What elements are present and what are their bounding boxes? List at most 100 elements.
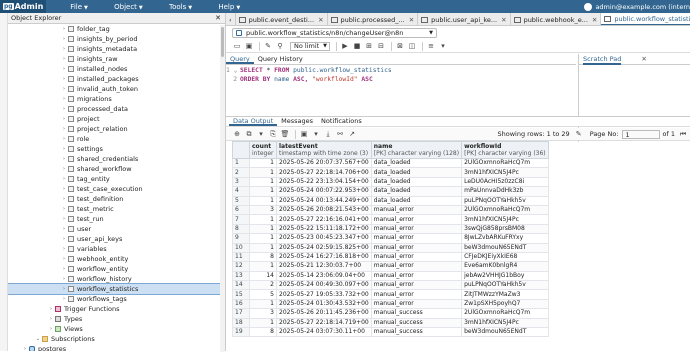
open-file-icon[interactable]: ▭ [232,42,242,51]
table-cell[interactable]: 1 [250,196,277,205]
chevron-right-icon[interactable]: › [60,216,68,222]
table-cell[interactable]: data_loaded [371,187,461,196]
copy-icon[interactable]: ⧉ [244,130,254,139]
sql-editor[interactable]: 1 ⌄ SELECT * FROM public.workflow_statis… [226,66,578,116]
table-cell[interactable]: 2UlGOxmnoRaHcQ7m [462,159,549,168]
table-row[interactable]: 1012025-05-24 02:59:15.825+00manual_erro… [233,243,633,252]
table-cell[interactable]: 2025-05-23 00:45:23.347+00 [277,234,372,243]
tree-item[interactable]: ›test_metric [8,204,225,214]
table-cell[interactable]: 3 [250,205,277,214]
table-row[interactable]: 1212025-05-21 12:30:03.7+00manual_errorE… [233,262,633,271]
chevron-right-icon[interactable]: › [60,266,68,272]
chevron-right-icon[interactable]: › [60,196,68,202]
chevron-right-icon[interactable]: › [60,156,68,162]
table-cell[interactable]: 2025-05-26 20:11:45.236+00 [277,309,372,318]
table-row[interactable]: 312025-05-22 23:13:04.154+00data_loadedL… [233,177,633,186]
table-row[interactable]: 13142025-05-14 23:06:09.04+00manual_erro… [233,271,633,280]
table-cell[interactable]: 14 [250,271,277,280]
table-row[interactable]: 1182025-05-24 16:27:16.818+00manual_erro… [233,252,633,261]
chevron-right-icon[interactable]: › [60,46,68,52]
table-row[interactable]: 712025-05-27 22:16:16.041+00manual_error… [233,215,633,224]
tree-item[interactable]: ›Views [8,324,225,334]
chevron-right-icon[interactable]: › [60,116,68,122]
table-cell[interactable]: 2025-05-24 00:07:22.953+00 [277,187,372,196]
column-header[interactable]: workflowId[PK] character varying (36) [462,142,549,159]
delete-icon[interactable]: 🗑 [280,130,290,139]
row-number[interactable]: 15 [233,290,250,299]
tree-item[interactable]: ›user [8,224,225,234]
tree-item[interactable]: ›user_api_keys [8,234,225,244]
table-row[interactable]: 512025-05-24 00:13:44.249+00data_loadedp… [233,196,633,205]
chevron-right-icon[interactable]: › [47,326,55,332]
query-tab[interactable]: public.event_desti...✕ [236,13,328,26]
chevron-right-icon[interactable]: › [60,286,68,292]
chevron-right-icon[interactable]: › [60,76,68,82]
chevron-right-icon[interactable]: › [21,346,29,351]
table-cell[interactable]: manual_error [371,252,461,261]
chevron-right-icon[interactable]: › [60,36,68,42]
edit-icon[interactable]: ✎ [263,42,273,51]
row-number[interactable]: 3 [233,177,250,186]
row-number[interactable]: 13 [233,271,250,280]
row-limit-select[interactable]: No limit ▼ [290,42,330,51]
table-cell[interactable]: 2025-05-22 15:11:18.172+00 [277,224,372,233]
tree-item[interactable]: ›installed_packages [8,74,225,84]
table-cell[interactable]: manual_error [371,234,461,243]
tree-item[interactable]: ⌄Subscriptions [8,334,225,344]
table-cell[interactable]: CFJeDKJEiyXkIE68 [462,252,549,261]
table-cell[interactable]: 1 [250,234,277,243]
table-cell[interactable]: 3mN1hfXICN5J4Pc [462,215,549,224]
chevron-down-icon[interactable]: ▾ [311,130,321,139]
table-cell[interactable]: 3swQjG858prsBM08 [462,224,549,233]
download-icon[interactable]: ⤓ [323,130,333,139]
table-cell[interactable]: 2025-05-27 19:05:33.732+00 [277,290,372,299]
table-cell[interactable]: manual_success [371,318,461,327]
tab-scroll-left-icon[interactable]: ‹ [226,13,236,26]
table-cell[interactable]: 8 [250,252,277,261]
table-cell[interactable]: 1 [250,318,277,327]
save-data-icon[interactable]: ▣ [299,130,309,139]
close-icon[interactable]: ✕ [592,16,597,24]
table-cell[interactable]: 1 [250,243,277,252]
chevron-down-icon[interactable]: ▾ [438,42,448,51]
table-row[interactable]: 112025-05-26 20:07:37.567+00data_loaded2… [233,159,633,168]
menu-tools[interactable]: Tools▼ [157,3,192,11]
tree-item[interactable]: ›shared_credentials [8,154,225,164]
chevron-right-icon[interactable]: › [60,176,68,182]
table-cell[interactable]: manual_error [371,215,461,224]
query-tab[interactable]: public.user_api_ke...✕ [418,13,510,26]
chevron-right-icon[interactable]: › [47,306,55,312]
table-cell[interactable]: Zw1pSXH5poyhQ7 [462,299,549,308]
table-cell[interactable]: 8 [250,328,277,337]
tree-item[interactable]: ›workflow_statistics [8,284,225,294]
chevron-right-icon[interactable]: › [60,226,68,232]
chevron-down-icon[interactable]: ⌄ [34,336,42,342]
table-cell[interactable]: 3mN1hfXICN5J4Pc [462,318,549,327]
sql-icon[interactable]: ⚯ [335,130,345,139]
chevron-right-icon[interactable]: › [60,126,68,132]
tree-item[interactable]: ›insights_raw [8,54,225,64]
chevron-down-icon[interactable]: ▾ [256,130,266,139]
commit-icon[interactable]: ⊠ [395,42,405,51]
row-number[interactable]: 1 [233,159,250,168]
table-cell[interactable]: 2025-05-27 22:16:16.041+00 [277,215,372,224]
execute-icon[interactable]: ▶ [340,42,350,51]
close-icon[interactable]: ✕ [641,55,646,63]
tree-item[interactable]: ›Types [8,314,225,324]
tree-item[interactable]: ›insights_by_period [8,34,225,44]
table-cell[interactable]: 2025-05-24 16:27:16.818+00 [277,252,372,261]
connection-select[interactable]: public.workflow_statistics/n8n/changeUse… [232,28,437,38]
table-cell[interactable]: 2025-05-24 03:07:30.11+00 [277,328,372,337]
graph-icon[interactable]: ↗ [347,130,357,139]
row-number[interactable]: 17 [233,309,250,318]
table-row[interactable]: 1552025-05-27 19:05:33.732+00manual_erro… [233,290,633,299]
query-tab[interactable]: public.processed_...✕ [328,13,419,26]
query-tab[interactable]: public.workflow_statistics/n8n/changeUse… [601,13,690,26]
macros-icon[interactable]: ≡ [426,42,436,51]
chevron-right-icon[interactable]: › [60,246,68,252]
table-cell[interactable]: 2025-05-27 22:18:14.719+00 [277,318,372,327]
row-number[interactable]: 7 [233,215,250,224]
tree-item[interactable]: ›variables [8,244,225,254]
table-cell[interactable]: 1 [250,299,277,308]
row-number[interactable]: 14 [233,281,250,290]
